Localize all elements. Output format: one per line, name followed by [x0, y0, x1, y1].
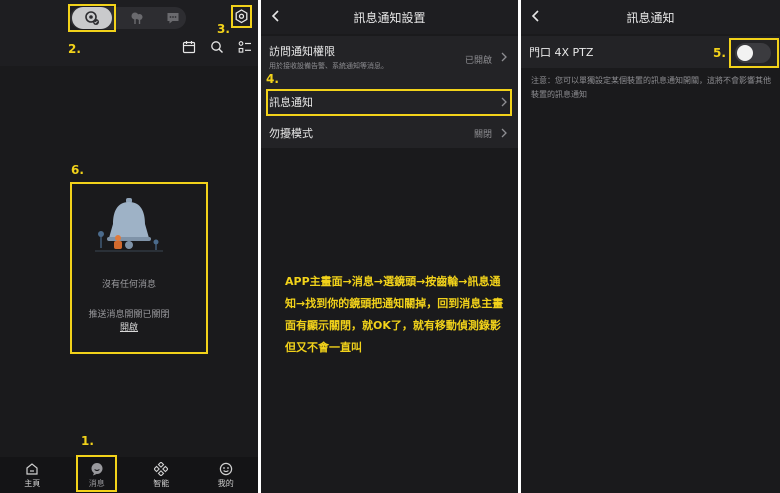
home-icon: [26, 462, 38, 475]
calendar-icon: [182, 41, 196, 54]
do-not-disturb-row[interactable]: 勿擾模式 關閉: [261, 120, 518, 146]
tab-home-label: 主頁: [24, 478, 41, 488]
chevron-right-icon: [501, 52, 507, 62]
step-label-6: 6.: [71, 163, 84, 177]
messages-header: 2. 3.: [0, 0, 258, 66]
filter-button[interactable]: [238, 40, 252, 54]
access-permission-desc: 用於接收設備告警、系統通知等消息。: [269, 62, 388, 70]
step-label-3: 3.: [217, 22, 230, 36]
device-notification-screen: 訊息通知 門口 4X PTZ 5. 注意：您可以單獨設定某個裝置的訊息通知開關，…: [521, 0, 780, 493]
device-name: 門口 4X PTZ: [529, 46, 594, 59]
step-label-5: 5.: [713, 46, 726, 60]
search-button[interactable]: [210, 40, 224, 54]
highlight-box-2: [68, 4, 116, 32]
device-navbar: 訊息通知: [521, 0, 780, 34]
toggle-knob: [737, 45, 753, 61]
smart-icon: [154, 461, 169, 476]
profile-icon: [219, 462, 232, 475]
settings-navbar: 訊息通知設置: [261, 0, 518, 34]
push-status-text: 推送消息開關已關閉: [88, 310, 170, 320]
chevron-right-icon: [501, 128, 507, 138]
settings-button[interactable]: [234, 9, 249, 24]
step-label-1: 1.: [81, 434, 94, 448]
filter-list-icon: [238, 41, 251, 53]
back-arrow-icon[interactable]: [529, 9, 543, 23]
note-text: 注意：您可以單獨設定某個裝置的訊息通知開關，這將不會影響其他裝置的訊息通知: [531, 76, 771, 99]
enable-push-link[interactable]: 開啟: [0, 320, 258, 333]
tab-me-label: 我的: [217, 478, 234, 488]
instruction-text: APP主畫面→消息→選鏡頭→按齒輪→訊息通知→找到你的鏡頭把通知關掉，回到消息主…: [285, 275, 504, 354]
page-title: 訊息通知: [626, 10, 675, 25]
highlight-box-4: [266, 89, 512, 116]
messages-screen: 2. 3. 6. 沒有任何消息 推送消息開關已關閉 開啟 1. 主頁 消息 智能…: [0, 0, 258, 493]
page-title: 訊息通知設置: [353, 10, 426, 25]
do-not-disturb-label: 勿擾模式: [269, 127, 313, 140]
step-label-4: 4.: [266, 72, 279, 86]
device-message-tab[interactable]: [118, 7, 156, 29]
gear-icon: [235, 9, 248, 24]
highlight-box-1: [76, 455, 117, 492]
access-permission-value: 已開啟: [464, 56, 492, 66]
do-not-disturb-value: 關閉: [473, 130, 492, 140]
system-message-tab[interactable]: [154, 7, 192, 29]
back-arrow-icon[interactable]: [269, 9, 283, 23]
calendar-button[interactable]: [182, 40, 196, 54]
step-label-2: 2.: [68, 42, 81, 56]
tab-smart[interactable]: 智能: [129, 457, 194, 493]
tab-smart-label: 智能: [153, 478, 170, 488]
tab-home[interactable]: 主頁: [0, 457, 65, 493]
empty-state-title: 沒有任何消息: [101, 280, 156, 290]
tree-icon: [131, 12, 143, 24]
empty-bell-illustration: [95, 198, 163, 252]
search-icon: [211, 41, 223, 53]
bottom-tab-bar: 主頁 消息 智能 我的: [0, 457, 258, 493]
device-notification-toggle[interactable]: [735, 43, 771, 63]
chat-bubble-icon: [167, 13, 179, 24]
access-permission-label: 訪問通知權限: [269, 45, 335, 58]
header-tools: [182, 40, 252, 54]
access-permission-row[interactable]: 訪問通知權限 用於接收設備告警、系統通知等消息。 已開啟: [261, 36, 518, 78]
notification-settings-screen: 訊息通知設置 訪問通知權限 用於接收設備告警、系統通知等消息。 已開啟 訊息通知…: [261, 0, 518, 493]
tab-me[interactable]: 我的: [194, 457, 259, 493]
